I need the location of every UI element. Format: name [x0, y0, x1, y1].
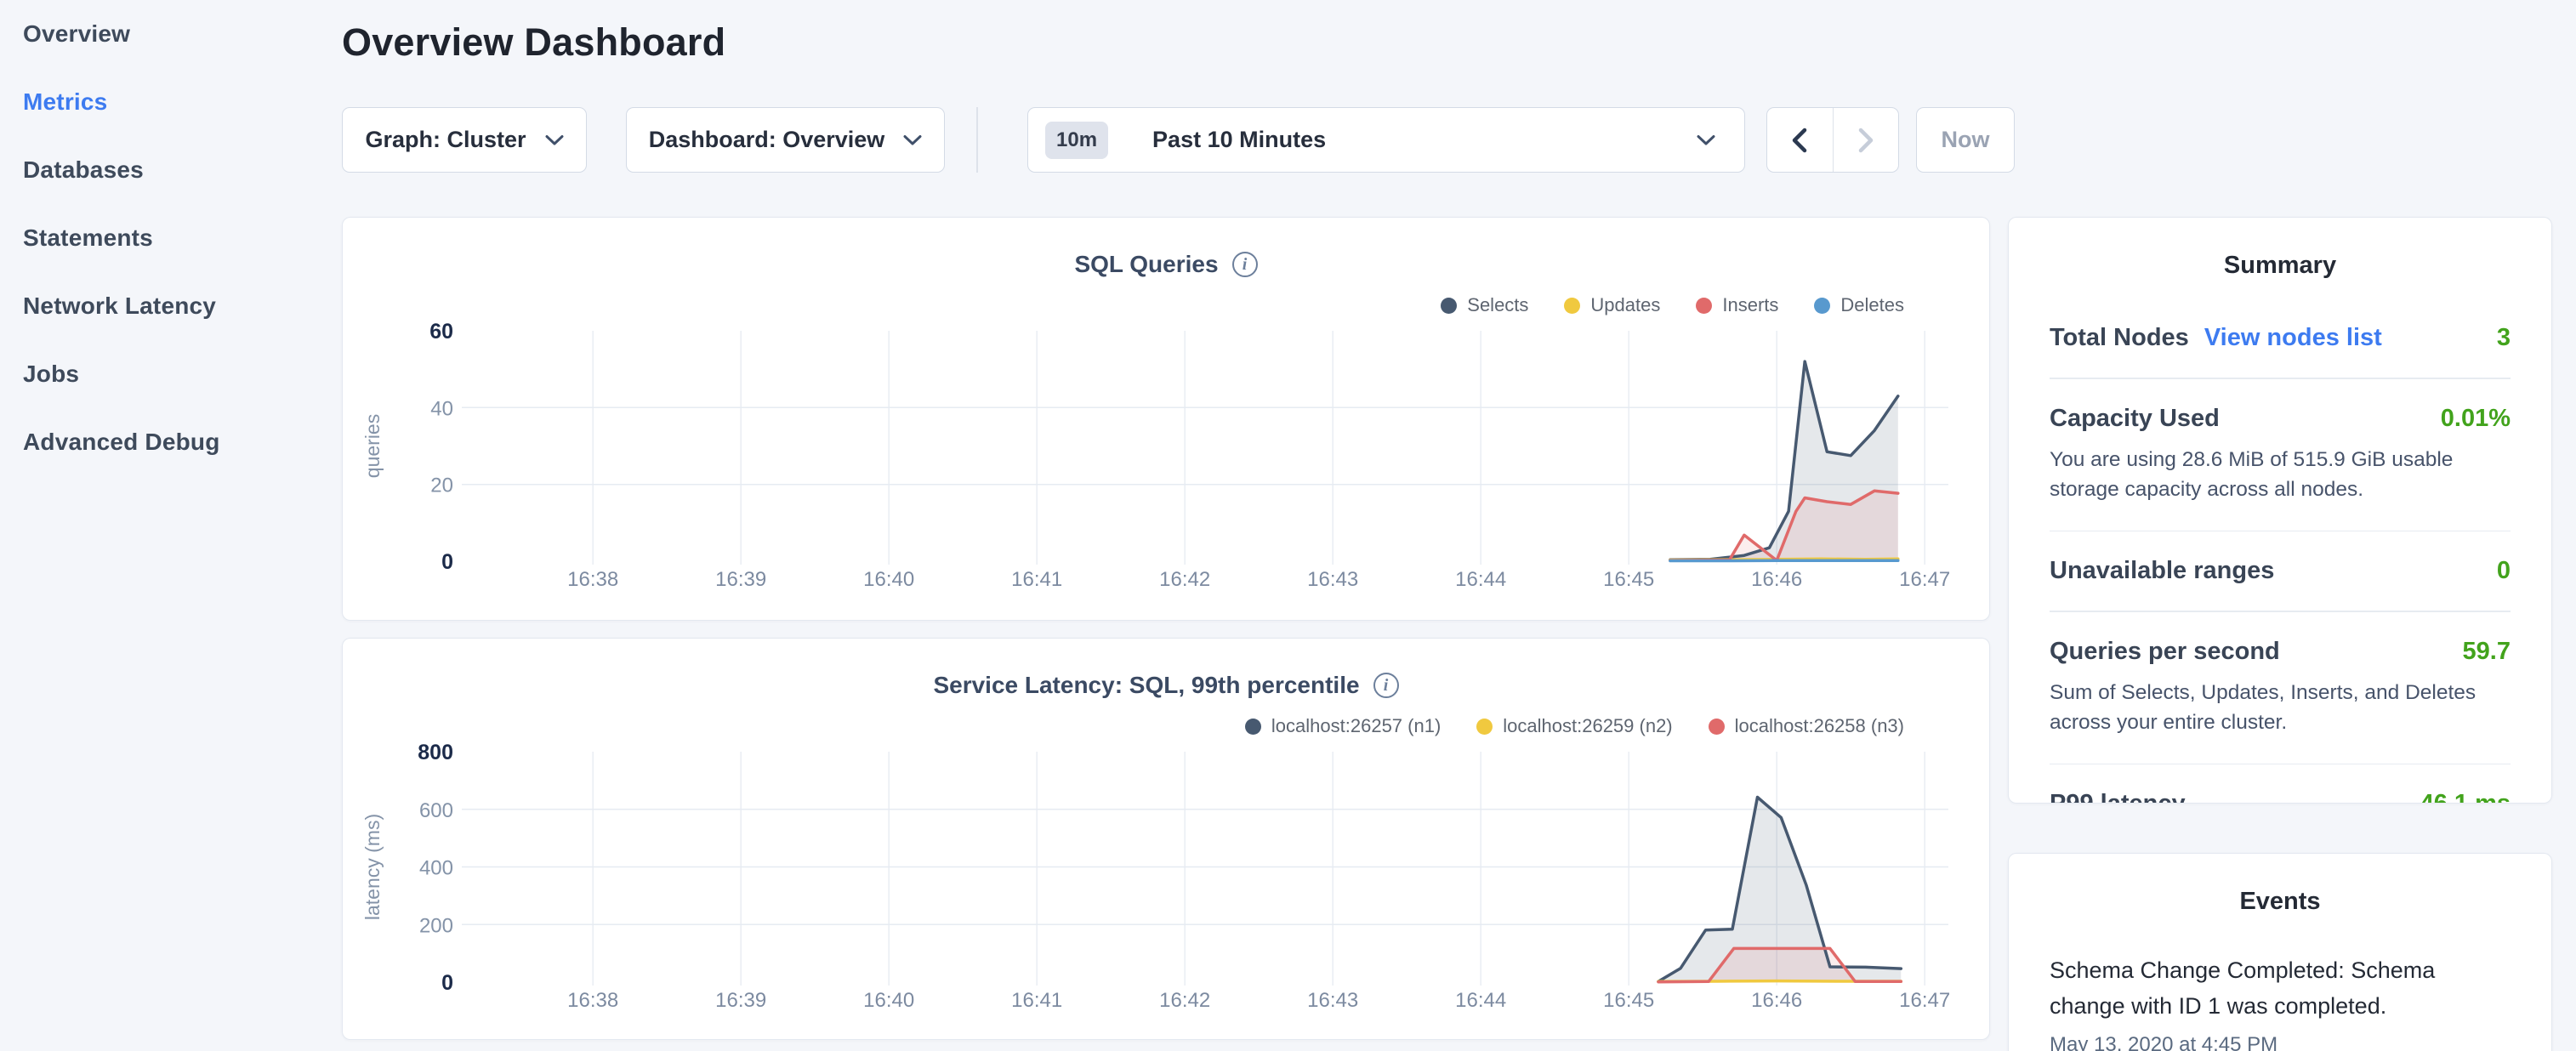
svg-text:latency (ms): latency (ms) [361, 814, 384, 920]
time-range-label: Past 10 Minutes [1152, 127, 1678, 153]
svg-text:16:38: 16:38 [567, 989, 618, 1012]
svg-text:queries: queries [361, 414, 384, 478]
sidebar-item-label: Databases [23, 156, 144, 184]
chevron-down-icon [545, 134, 564, 146]
summary-stat: Unavailable ranges 0 [2050, 557, 2511, 585]
svg-text:16:44: 16:44 [1455, 568, 1506, 591]
sidebar-item-advanced-debug[interactable]: Advanced Debug [0, 408, 333, 476]
svg-text:16:46: 16:46 [1751, 989, 1802, 1012]
svg-text:16:41: 16:41 [1011, 989, 1062, 1012]
time-next-button[interactable] [1833, 108, 1899, 172]
dashboard-dropdown[interactable]: Dashboard: Overview [626, 107, 945, 173]
service-latency-plot[interactable]: 0 200 400 600 800 16:38 16:39 16:40 16:41 16:42 16… [343, 639, 1988, 1043]
chevron-right-icon [1857, 128, 1874, 153]
stat-label: Queries per second [2050, 638, 2280, 666]
svg-text:40: 40 [430, 397, 453, 420]
svg-text:16:44: 16:44 [1455, 989, 1506, 1012]
svg-text:16:43: 16:43 [1307, 989, 1358, 1012]
event-message: Schema Change Completed: Schema change w… [2050, 953, 2511, 1025]
svg-text:16:45: 16:45 [1603, 568, 1654, 591]
time-range-dropdown[interactable]: 10m Past 10 Minutes [1027, 107, 1745, 173]
svg-text:16:39: 16:39 [715, 989, 766, 1012]
svg-text:600: 600 [419, 799, 453, 822]
sidebar-item-overview[interactable]: Overview [0, 0, 333, 68]
now-button[interactable]: Now [1916, 107, 2015, 173]
view-nodes-link[interactable]: View nodes list [2204, 324, 2382, 352]
svg-text:16:47: 16:47 [1899, 989, 1950, 1012]
svg-text:400: 400 [419, 857, 453, 880]
sidebar-item-statements[interactable]: Statements [0, 204, 333, 272]
event-timestamp: May 13, 2020 at 4:45 PM [2050, 1033, 2511, 1051]
stat-value: 0 [2497, 557, 2511, 585]
sql-queries-chart-card: SQL Queries i SelectsUpdatesInsertsDelet… [342, 217, 1990, 621]
svg-text:200: 200 [419, 914, 453, 937]
events-title: Events [2050, 888, 2511, 916]
sidebar-item-label: Overview [23, 20, 130, 48]
stat-value: 46.1 ms [2420, 790, 2511, 804]
summary-stat: Capacity Used 0.01% You are using 28.6 M… [2050, 405, 2511, 505]
summary-panel: Summary Total Nodes View nodes list 3 Ca… [2008, 217, 2552, 804]
graph-dropdown[interactable]: Graph: Cluster [342, 107, 587, 173]
svg-text:16:43: 16:43 [1307, 568, 1358, 591]
toolbar-divider [976, 107, 978, 173]
svg-text:16:45: 16:45 [1603, 989, 1654, 1012]
stat-label: P99 latency [2050, 790, 2186, 804]
sidebar-item-metrics[interactable]: Metrics [0, 68, 333, 136]
svg-text:16:41: 16:41 [1011, 568, 1062, 591]
svg-text:16:42: 16:42 [1159, 568, 1210, 591]
service-latency-chart-card: Service Latency: SQL, 99th percentile i … [342, 638, 1990, 1040]
sidebar-item-network-latency[interactable]: Network Latency [0, 272, 333, 340]
sidebar: Overview Metrics Databases Statements Ne… [0, 0, 333, 476]
stat-value: 59.7 [2463, 638, 2511, 666]
page-title: Overview Dashboard [342, 15, 725, 70]
chevron-left-icon [1791, 128, 1808, 153]
time-step-buttons [1766, 107, 1899, 173]
svg-text:0: 0 [441, 971, 453, 995]
svg-text:16:47: 16:47 [1899, 568, 1950, 591]
summary-stat: Total Nodes View nodes list 3 [2050, 324, 2511, 352]
chevron-down-icon [1697, 134, 1715, 146]
sidebar-item-jobs[interactable]: Jobs [0, 340, 333, 408]
event-item[interactable]: Schema Change Completed: Schema change w… [2050, 953, 2511, 1051]
sidebar-item-databases[interactable]: Databases [0, 136, 333, 204]
sidebar-item-label: Network Latency [23, 293, 216, 320]
summary-title: Summary [2050, 252, 2511, 280]
graph-dropdown-label: Graph: Cluster [365, 127, 526, 153]
stat-description: Sum of Selects, Updates, Inserts, and De… [2050, 678, 2511, 738]
stat-value: 3 [2497, 324, 2511, 352]
divider [2050, 531, 2511, 532]
svg-text:16:40: 16:40 [863, 989, 914, 1012]
sidebar-item-label: Metrics [23, 88, 107, 116]
dashboard-dropdown-label: Dashboard: Overview [649, 127, 885, 153]
divider [2050, 764, 2511, 765]
divider [2050, 378, 2511, 379]
sidebar-item-label: Advanced Debug [23, 429, 220, 456]
stat-label: Capacity Used [2050, 405, 2220, 433]
events-panel: Events Schema Change Completed: Schema c… [2008, 853, 2552, 1051]
stat-description: You are using 28.6 MiB of 515.9 GiB usab… [2050, 445, 2511, 505]
svg-text:16:40: 16:40 [863, 568, 914, 591]
svg-text:0: 0 [441, 550, 453, 574]
sidebar-item-label: Statements [23, 224, 153, 252]
sql-queries-plot[interactable]: 0 20 40 60 16:38 16:39 16:40 16:41 16:42 16:43 16:… [343, 218, 1988, 622]
stat-label: Unavailable ranges [2050, 557, 2274, 585]
svg-text:16:46: 16:46 [1751, 568, 1802, 591]
summary-stat: Queries per second 59.7 Sum of Selects, … [2050, 638, 2511, 738]
summary-stat: P99 latency 46.1 ms [2050, 790, 2511, 804]
chevron-down-icon [903, 134, 922, 146]
divider [2050, 611, 2511, 612]
svg-text:16:38: 16:38 [567, 568, 618, 591]
svg-text:800: 800 [418, 741, 453, 764]
svg-text:16:42: 16:42 [1159, 989, 1210, 1012]
time-range-badge: 10m [1045, 122, 1108, 159]
stat-label: Total Nodes [2050, 324, 2189, 352]
sidebar-item-label: Jobs [23, 361, 79, 388]
svg-text:20: 20 [430, 474, 453, 497]
stat-value: 0.01% [2441, 405, 2511, 433]
svg-text:16:39: 16:39 [715, 568, 766, 591]
svg-text:60: 60 [429, 320, 453, 344]
time-prev-button[interactable] [1767, 108, 1833, 172]
